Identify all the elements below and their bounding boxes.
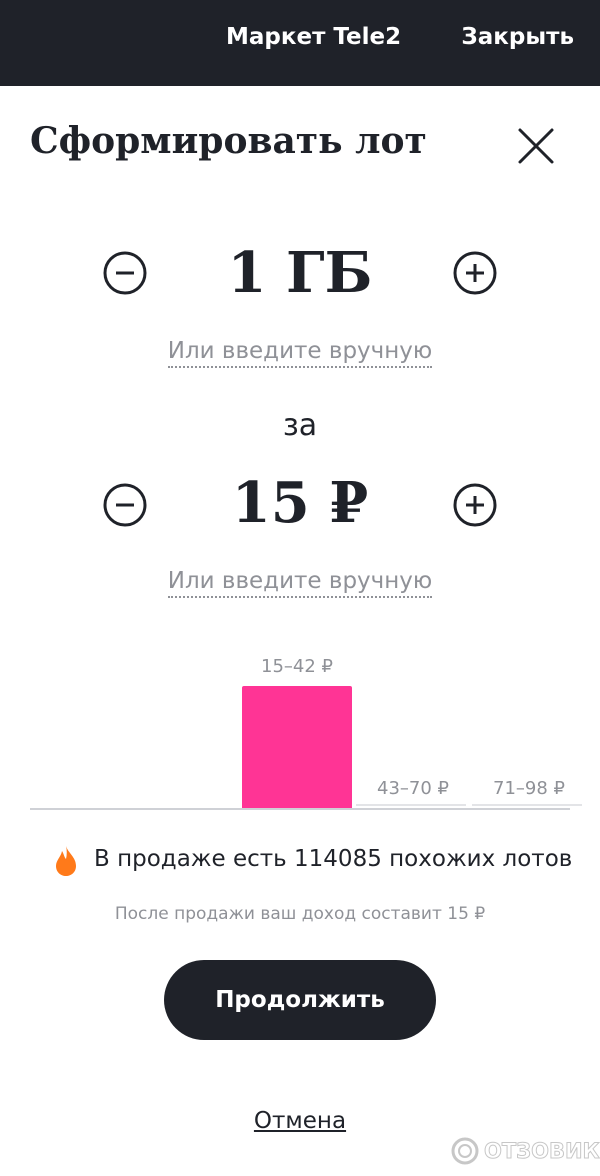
watermark: ОТЗОВИК — [450, 1134, 600, 1168]
cancel-link-wrapper: Отмена — [0, 1108, 600, 1134]
close-icon[interactable] — [516, 126, 556, 166]
manual-entry-price: Или введите вручную — [0, 568, 600, 598]
similar-lots-text: В продаже есть 114085 похожих лотов — [94, 846, 573, 872]
data-amount-value: 1 ГБ — [227, 240, 373, 306]
chart-bar-empty — [472, 804, 582, 806]
chart-bar-label: 15–42 ₽ — [261, 656, 333, 677]
chart-bar-label: 71–98 ₽ — [493, 778, 565, 799]
manual-entry-data-link[interactable]: Или введите вручную — [167, 338, 433, 368]
price-distribution-chart: 15–42 ₽ 43–70 ₽ 71–98 ₽ — [30, 650, 582, 812]
app-title: Маркет Tele2 — [226, 24, 402, 50]
top-bar: Маркет Tele2 Закрыть — [0, 0, 600, 86]
manual-entry-price-link[interactable]: Или введите вручную — [167, 568, 433, 598]
for-label: за — [282, 408, 318, 443]
watermark-text: ОТЗОВИК — [484, 1139, 600, 1164]
chart-bar-label: 43–70 ₽ — [377, 778, 449, 799]
chart-bar — [242, 686, 352, 808]
increase-price-button[interactable] — [452, 482, 498, 528]
decrease-data-button[interactable] — [102, 250, 148, 296]
price-value: 15 ₽ — [231, 470, 369, 536]
cancel-link[interactable]: Отмена — [254, 1108, 346, 1134]
close-link[interactable]: Закрыть — [461, 24, 574, 50]
decrease-price-button[interactable] — [102, 482, 148, 528]
chart-bar-empty — [356, 804, 466, 806]
watermark-logo-icon — [451, 1137, 479, 1165]
chart-baseline — [30, 808, 570, 810]
continue-button[interactable]: Продолжить — [164, 960, 436, 1040]
increase-data-button[interactable] — [452, 250, 498, 296]
manual-entry-data: Или введите вручную — [0, 338, 600, 368]
page-title: Сформировать лот — [30, 120, 427, 162]
income-note: После продажи ваш доход составит 15 ₽ — [114, 904, 486, 924]
flame-icon — [56, 846, 76, 876]
